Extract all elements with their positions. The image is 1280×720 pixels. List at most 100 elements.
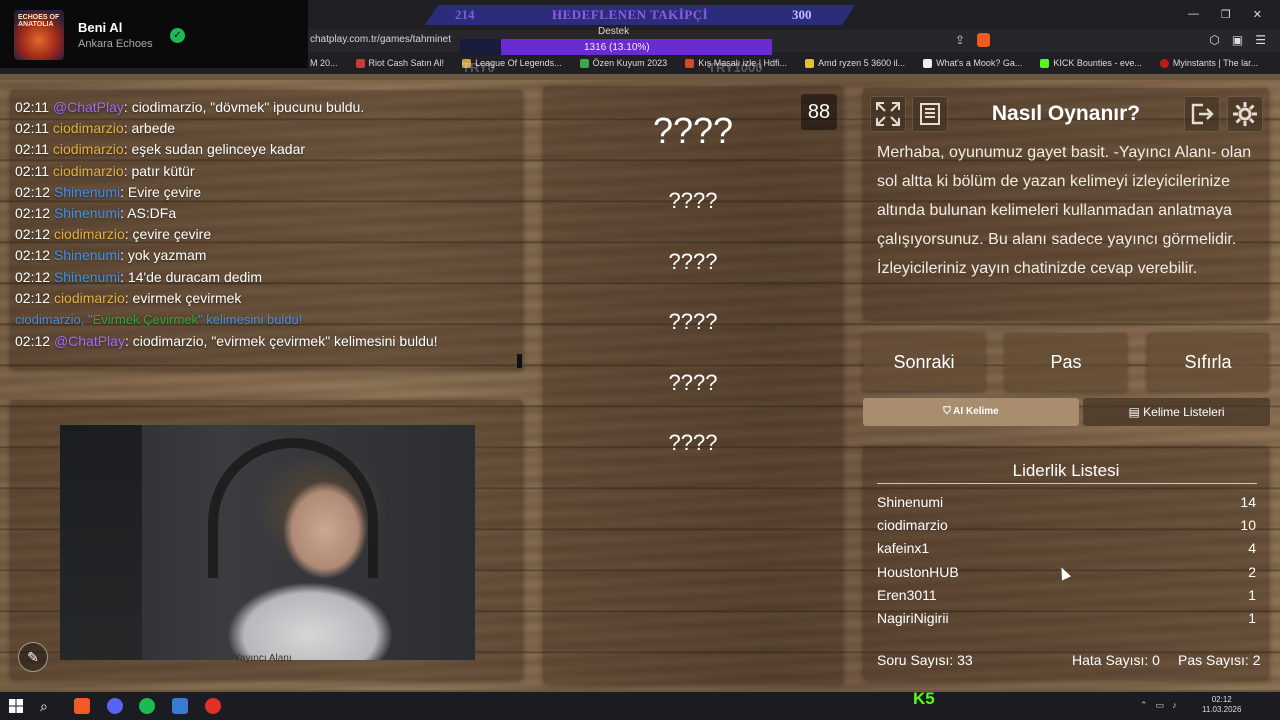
pass-button[interactable]: Pas (1005, 333, 1127, 391)
chat-time: 02:12 (15, 226, 51, 243)
chat-user[interactable]: Shinenumi (54, 184, 120, 200)
taskbar (0, 692, 1280, 720)
extensions-icon[interactable]: ⬡ (1209, 33, 1219, 47)
bookmark[interactable]: Amd ryzen 5 3600 il... (805, 58, 905, 68)
chat-text: : ciodimarzio, "evirmek çevirmek" kelime… (124, 332, 438, 349)
next-button[interactable]: Sonraki (863, 333, 985, 391)
restore-icon[interactable]: ❐ (1221, 8, 1231, 21)
support-progress-text: 1316 (13.10%) (584, 42, 650, 53)
chat-text: : yok yazmam (120, 247, 207, 264)
kick-viewer-badge: K5 (913, 689, 935, 708)
chat-system-message: ciodimarzio, "Evirmek Çevirmek" kelimesi… (15, 312, 302, 327)
chat-user[interactable]: ciodimarzio (54, 290, 125, 306)
mook-icon (923, 58, 933, 68)
pass-count: Pas Sayısı: 2 (1178, 652, 1261, 668)
clock[interactable]: 02:12 11.03.2026 (1202, 695, 1241, 715)
chat-message: 02:12 Shinenumi: AS:DFa (15, 205, 176, 221)
webcam-background-door (60, 425, 142, 660)
url-text[interactable]: chatplay.com.tr/games/tahminet (310, 34, 451, 45)
chat-message: 02:12 ciodimarzio: çevire çevire (15, 226, 211, 242)
leaderboard-score: 10 (1240, 517, 1256, 534)
chat-time: 02:12 (15, 268, 51, 285)
clock-time: 02:12 (1211, 695, 1232, 704)
chat-time: 02:11 (15, 99, 49, 115)
album-art: ECHOES OF ANATOLIA (14, 10, 64, 60)
hidden-word: ???? (668, 369, 718, 395)
address-actions: ⇪ (955, 33, 991, 47)
chat-time: 02:12 (15, 289, 51, 306)
chat-user[interactable]: Shinenumi (54, 269, 120, 285)
chat-user[interactable]: @ChatPlay (54, 333, 125, 349)
hidden-word: ???? (668, 430, 718, 455)
brave-shield-icon[interactable] (977, 33, 991, 47)
leaderboard-score: 14 (1240, 494, 1256, 510)
leaderboard-score: 4 (1248, 540, 1256, 557)
leaderboard-score: 1 (1248, 586, 1256, 603)
streamer-area-label: Yayıncı Alanı (234, 653, 292, 664)
gear-icon[interactable] (1227, 96, 1263, 132)
logout-icon[interactable] (1184, 96, 1220, 132)
chat-time: 02:11 (15, 162, 49, 179)
bookmark[interactable]: What's a Mook? Ga... (923, 58, 1022, 68)
bookmark[interactable]: KICK Bounties - eve... (1040, 58, 1142, 68)
hdfilm-icon (685, 58, 695, 68)
chat-user[interactable]: ciodimarzio (53, 141, 124, 157)
chat-user[interactable]: ciodimarzio (53, 163, 124, 179)
chat-user[interactable]: Shinenumi (54, 247, 120, 263)
pencil-icon[interactable]: ✎ (18, 642, 48, 672)
obs-icon[interactable] (205, 698, 221, 714)
window-controls: — ❐ ✕ (1188, 8, 1262, 21)
leaderboard-name: NagiriNigirii (877, 610, 949, 626)
system-word: Evirmek Çevirmek (92, 311, 199, 327)
leaderboard-name: kafeinx1 (877, 540, 930, 557)
ai-word-button[interactable]: ⛉ AI Kelime (863, 398, 1079, 426)
menu-icon[interactable]: ☰ (1255, 33, 1266, 47)
discord-icon[interactable] (107, 698, 123, 714)
goal-current: 214 (455, 7, 475, 22)
app-icon[interactable] (172, 698, 188, 714)
ozen-icon (579, 58, 589, 68)
share-icon[interactable]: ⇪ (955, 33, 965, 47)
minimize-icon[interactable]: — (1188, 8, 1199, 21)
system-prefix: ciodimarzio, " (15, 311, 93, 327)
bookmark[interactable]: Riot Cash Satın Al! (355, 58, 444, 68)
main-word: ???? (652, 110, 734, 151)
chat-user[interactable]: ciodimarzio (54, 226, 125, 242)
chat-scrollbar[interactable] (517, 354, 522, 368)
ghost-label-right: TRY1000 (708, 60, 763, 75)
word-lists-button[interactable]: ▤ Kelime Listeleri (1083, 398, 1270, 426)
chat-text: : Evire çevire (120, 183, 202, 200)
track-artist: Ankara Echoes (78, 38, 153, 50)
volume-icon[interactable]: ♪ (1172, 700, 1177, 711)
leaderboard-name: HoustonHUB (877, 563, 959, 580)
riot-icon (355, 58, 365, 68)
windows-start-icon[interactable] (8, 698, 24, 714)
bookmark[interactable]: Myinstants | The lar... (1159, 58, 1258, 68)
bookmark[interactable]: Özen Kuyum 2023 (579, 58, 667, 68)
network-icon[interactable]: ▭ (1156, 700, 1165, 711)
search-icon[interactable]: ⌕ (40, 698, 56, 714)
close-icon[interactable]: ✕ (1253, 8, 1262, 21)
gear-svg (1233, 102, 1257, 126)
chat-message: 02:12 Shinenumi: Evire çevire (15, 184, 201, 200)
bookmark[interactable]: M 20... (310, 58, 338, 68)
wallet-icon[interactable]: ▣ (1232, 33, 1243, 47)
chat-user[interactable]: Shinenumi (54, 205, 120, 221)
chat-user[interactable]: @ChatPlay (53, 99, 124, 115)
chat-message: 02:12 Shinenumi: yok yazmam (15, 247, 206, 263)
chat-message: 02:11 ciodimarzio: arbede (15, 120, 175, 136)
windows-logo-svg (9, 699, 23, 713)
chat-text: : AS:DFa (120, 205, 177, 221)
chevron-up-icon[interactable]: ⌃ (1140, 700, 1148, 711)
track-title: Beni Al (78, 20, 123, 35)
system-tray: ⌃ ▭ ♪ (1140, 700, 1177, 711)
spotify-icon[interactable] (139, 698, 155, 714)
chat-user[interactable]: ciodimarzio (53, 120, 124, 136)
myinstants-icon (1159, 58, 1169, 68)
chat-text: : evirmek çevirmek (124, 289, 242, 306)
chat-time: 02:12 (15, 247, 51, 264)
shield-icon: ⛉ (943, 406, 954, 417)
reset-button[interactable]: Sıfırla (1147, 333, 1269, 391)
amd-icon (805, 58, 815, 68)
brave-browser-icon[interactable] (74, 698, 90, 714)
